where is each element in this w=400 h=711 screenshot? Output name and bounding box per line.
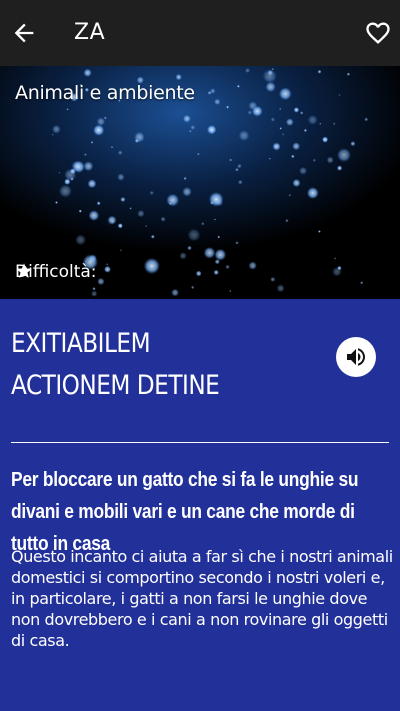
arrow-left-icon xyxy=(14,23,34,43)
speaker-icon xyxy=(347,348,365,366)
play-audio-button[interactable] xyxy=(336,337,376,377)
star-icon xyxy=(16,263,32,278)
spell-description: Questo incanto ci aiuta a far sì che i n… xyxy=(11,547,393,650)
app-bar: ZA xyxy=(0,0,400,66)
app-title: ZA xyxy=(74,20,106,45)
spell-detail: EXITIABILEM ACTIONEM DETINE Per bloccare… xyxy=(0,299,400,711)
category-label: Animali e ambiente xyxy=(15,82,195,104)
difficulty-rating: Difficoltà: xyxy=(15,262,102,282)
favorite-button[interactable] xyxy=(364,19,392,47)
hero-image: Animali e ambiente Difficoltà: xyxy=(0,66,400,299)
back-button[interactable] xyxy=(10,19,38,47)
divider xyxy=(11,442,389,443)
heart-outline-icon xyxy=(366,22,390,44)
spell-title: EXITIABILEM ACTIONEM DETINE xyxy=(11,328,220,401)
